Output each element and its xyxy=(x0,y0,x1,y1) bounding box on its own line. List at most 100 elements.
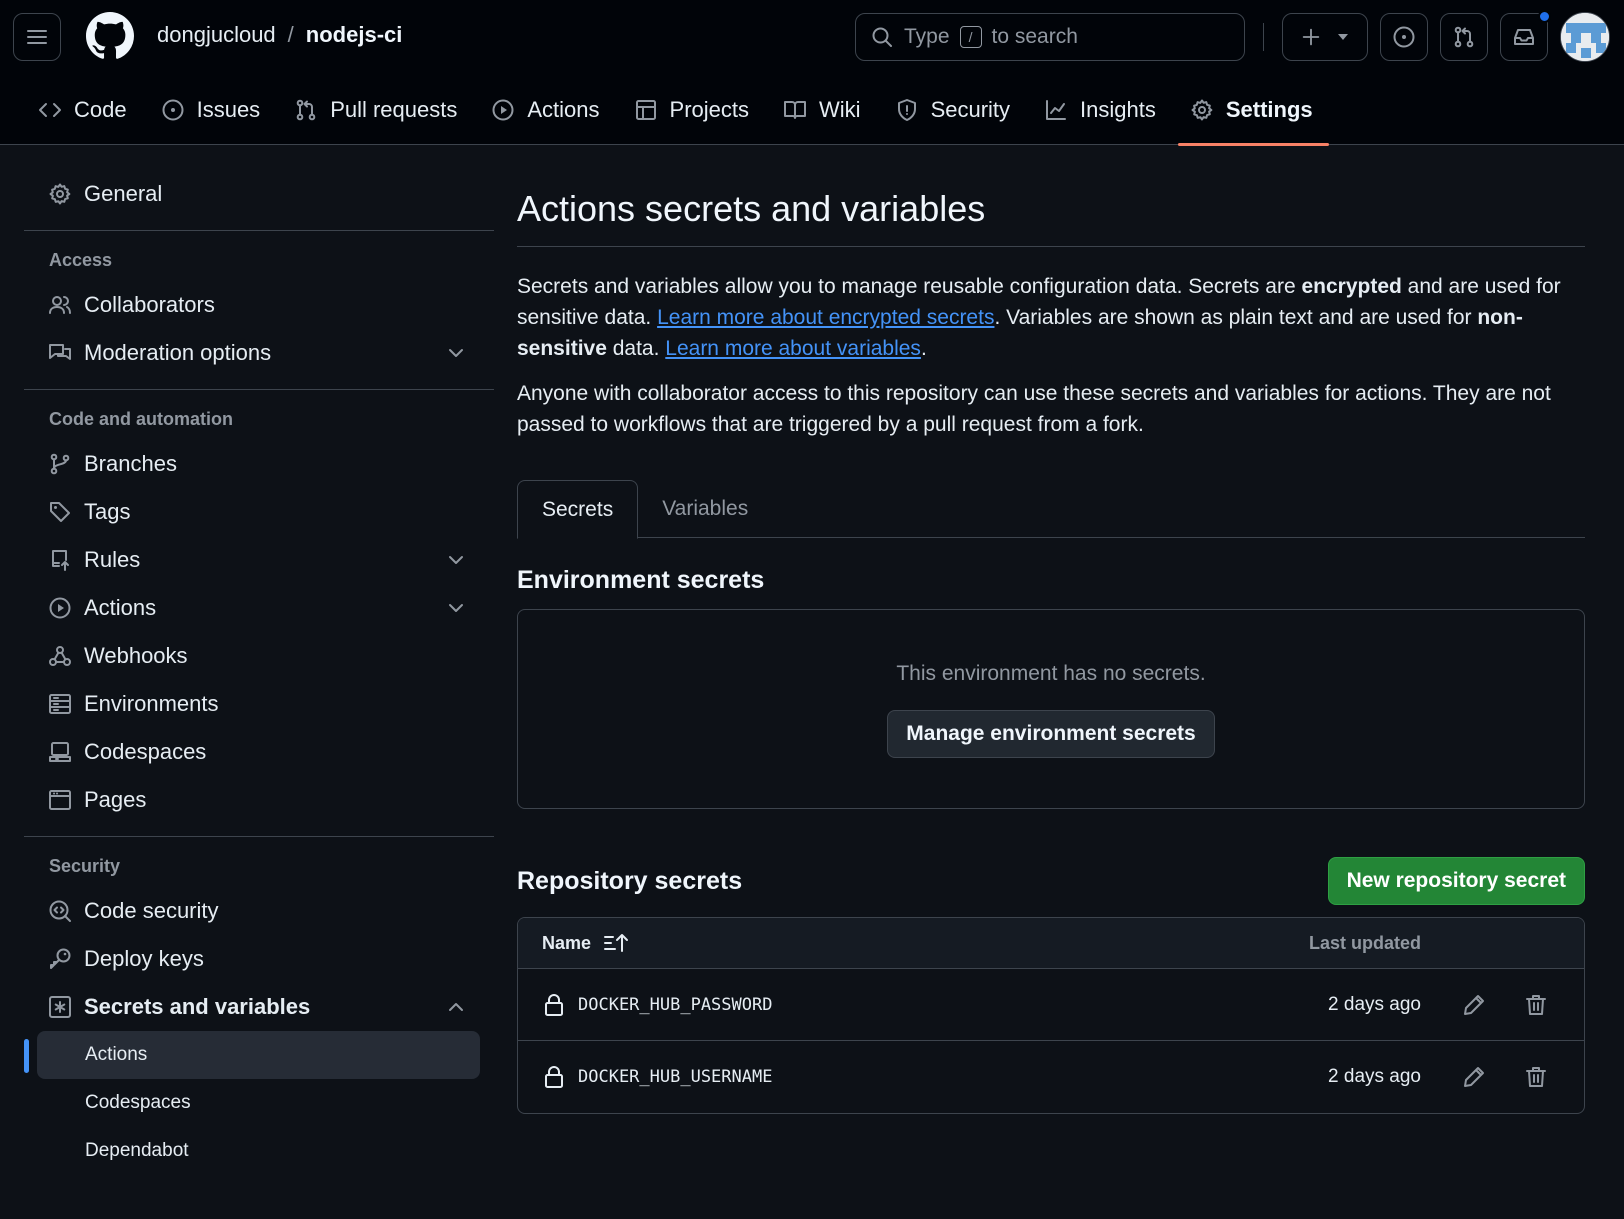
empty-state-message: This environment has no secrets. xyxy=(896,662,1206,685)
key-icon xyxy=(50,948,71,969)
hamburger-icon xyxy=(27,30,47,44)
sidebar-divider xyxy=(24,230,494,231)
new-repository-secret-button[interactable]: New repository secret xyxy=(1327,857,1585,905)
sidebar-item-general[interactable]: General xyxy=(24,170,494,218)
sidebar-divider xyxy=(24,389,494,390)
sort-ascending-icon xyxy=(604,934,629,952)
github-logo-icon xyxy=(86,12,134,59)
secret-updated: 2 days ago xyxy=(1328,1066,1421,1087)
sidebar-item-moderation[interactable]: Moderation options xyxy=(24,329,494,377)
sidebar-subitem-dependabot[interactable]: Dependabot xyxy=(24,1127,494,1175)
tab-secrets[interactable]: Secrets xyxy=(517,480,639,539)
trash-icon[interactable] xyxy=(1524,1065,1548,1089)
codespaces-icon xyxy=(49,742,71,762)
table-row: DOCKER_HUB_PASSWORD 2 days ago xyxy=(518,969,1584,1041)
secret-name: DOCKER_HUB_USERNAME xyxy=(578,1067,773,1087)
manage-environment-secrets-button[interactable]: Manage environment secrets xyxy=(887,710,1215,758)
sidebar-item-label: Actions xyxy=(84,595,157,620)
tab-label: Insights xyxy=(1080,97,1156,122)
sidebar-item-actions[interactable]: Actions xyxy=(24,584,494,632)
tab-insights[interactable]: Insights xyxy=(1030,88,1176,132)
chevron-down-icon xyxy=(449,349,463,357)
sidebar-item-codespaces[interactable]: Codespaces xyxy=(24,728,494,776)
pull-request-icon xyxy=(1454,26,1474,48)
sidebar-subitem-actions[interactable]: Actions xyxy=(24,1031,480,1079)
tab-actions[interactable]: Actions xyxy=(477,88,619,132)
tab-code[interactable]: Code xyxy=(24,88,147,132)
issues-button[interactable] xyxy=(1380,13,1428,61)
collaborator-note: Anyone with collaborator access to this … xyxy=(517,382,1551,436)
codescan-icon xyxy=(49,900,71,922)
tab-issues[interactable]: Issues xyxy=(147,88,281,132)
sidebar-item-label: Webhooks xyxy=(84,643,188,668)
code-icon xyxy=(39,103,61,117)
intro-bold: encrypted xyxy=(1301,275,1402,298)
sidebar-item-environments[interactable]: Environments xyxy=(24,680,494,728)
settings-sidebar: General Access Collaborators Moderation … xyxy=(24,170,494,1175)
sidebar-item-secrets-and-variables[interactable]: Secrets and variables xyxy=(24,983,494,1031)
caret-down-icon xyxy=(1338,34,1348,40)
github-logo[interactable] xyxy=(86,12,134,60)
menu-button[interactable] xyxy=(13,13,61,61)
owner-link[interactable]: dongjucloud xyxy=(157,22,276,48)
sidebar-item-branches[interactable]: Branches xyxy=(24,440,494,488)
repository-secrets-heading: Repository secrets xyxy=(517,866,743,895)
sidebar-item-tags[interactable]: Tags xyxy=(24,488,494,536)
sidebar-item-collaborators[interactable]: Collaborators xyxy=(24,281,494,329)
shield-icon xyxy=(897,99,916,121)
webhook-icon xyxy=(49,646,71,666)
sidebar-subitem-codespaces[interactable]: Codespaces xyxy=(24,1079,494,1127)
pull-requests-button[interactable] xyxy=(1440,13,1488,61)
tab-label: Code xyxy=(74,97,127,122)
sidebar-item-label: Deploy keys xyxy=(84,946,204,971)
tab-settings[interactable]: Settings xyxy=(1176,88,1333,146)
intro-text: . Variables are shown as plain text and … xyxy=(994,306,1478,329)
intro-text: Secrets and variables allow you to manag… xyxy=(517,275,1302,298)
tab-pull-requests[interactable]: Pull requests xyxy=(280,88,477,132)
sidebar-item-label: Rules xyxy=(84,547,141,572)
sidebar-item-deploy-keys[interactable]: Deploy keys xyxy=(24,935,494,983)
tab-variables[interactable]: Variables xyxy=(638,480,772,538)
breadcrumb-separator: / xyxy=(287,22,294,47)
tab-label: Projects xyxy=(669,97,750,122)
tab-label: Settings xyxy=(1225,97,1313,122)
sidebar-item-rules[interactable]: Rules xyxy=(24,536,494,584)
global-header: dongjucloud / nodejs-ci Type / to search xyxy=(0,0,1624,146)
search-shortcut-key: / xyxy=(959,26,982,48)
learn-more-variables-link[interactable]: Learn more about variables xyxy=(665,337,921,360)
repository-secrets-header: Repository secrets New repository secret xyxy=(517,857,1585,905)
intro-text: . xyxy=(920,337,927,360)
environment-secrets-box: This environment has no secrets. Manage … xyxy=(517,609,1585,809)
sidebar-item-code-security[interactable]: Code security xyxy=(24,887,494,935)
play-icon xyxy=(492,99,514,121)
create-new-button[interactable] xyxy=(1282,13,1368,61)
learn-more-secrets-link[interactable]: Learn more about encrypted secrets xyxy=(657,306,994,329)
avatar[interactable] xyxy=(1560,12,1610,62)
page-title: Actions secrets and variables xyxy=(517,170,1585,247)
tab-label: Wiki xyxy=(819,97,861,122)
comment-discussion-icon xyxy=(49,344,71,360)
people-icon xyxy=(49,296,71,314)
identicon-icon xyxy=(1561,13,1609,61)
sidebar-item-label: Collaborators xyxy=(84,292,215,317)
trash-icon[interactable] xyxy=(1524,993,1548,1017)
tab-projects[interactable]: Projects xyxy=(620,88,769,132)
lock-icon xyxy=(545,993,563,1016)
tab-security[interactable]: Security xyxy=(881,88,1030,132)
main-content: Actions secrets and variables Secrets an… xyxy=(517,170,1585,1114)
sidebar-item-label: Environments xyxy=(84,691,219,716)
name-column-header[interactable]: Name xyxy=(542,932,629,954)
pencil-icon[interactable] xyxy=(1462,993,1486,1017)
sidebar-divider xyxy=(24,836,494,837)
search-input[interactable]: Type / to search xyxy=(855,13,1245,61)
table-header: Name Last updated xyxy=(518,918,1584,969)
sidebar-item-webhooks[interactable]: Webhooks xyxy=(24,632,494,680)
sidebar-item-pages[interactable]: Pages xyxy=(24,776,494,824)
repo-link[interactable]: nodejs-ci xyxy=(306,22,403,48)
name-column-label: Name xyxy=(542,932,592,953)
pull-request-icon xyxy=(296,99,316,121)
pencil-icon[interactable] xyxy=(1462,1065,1486,1089)
tab-label: Actions xyxy=(527,97,600,122)
sidebar-item-label: Moderation options xyxy=(84,340,272,365)
tab-wiki[interactable]: Wiki xyxy=(769,88,881,132)
